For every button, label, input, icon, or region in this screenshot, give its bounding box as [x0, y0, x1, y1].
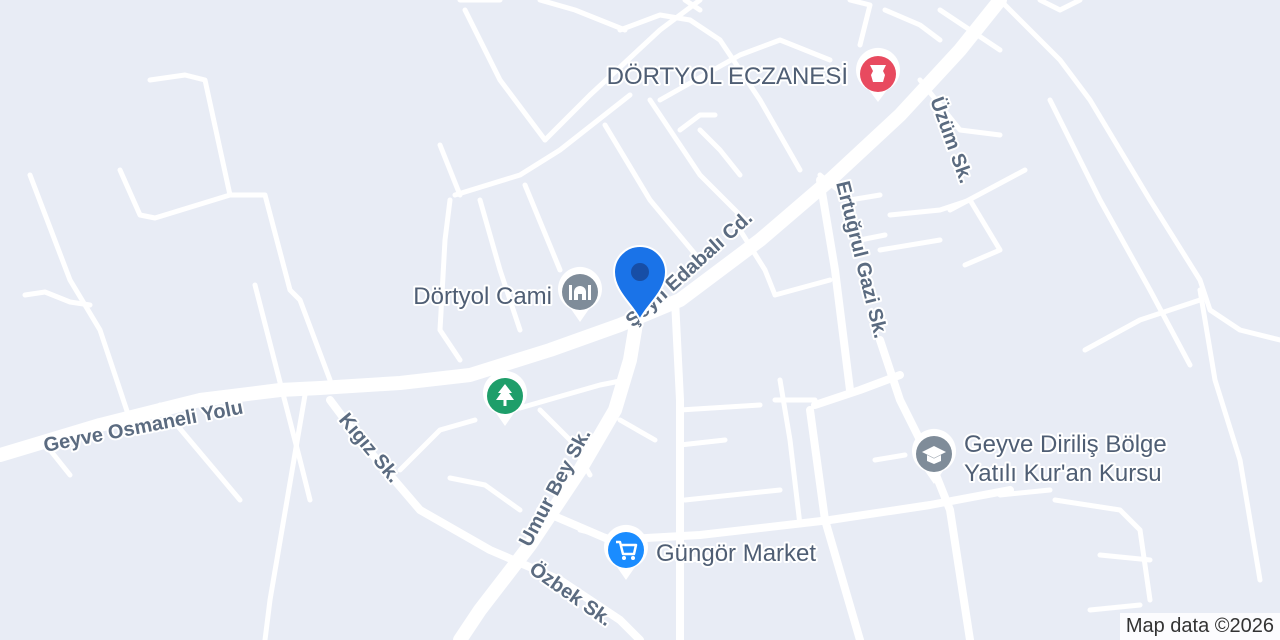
map-attribution: Map data ©2026	[1119, 613, 1280, 640]
poi-label-school-line2: Yatılı Kur'an Kursu	[964, 460, 1162, 487]
poi-label-market: Güngör Market	[656, 540, 816, 567]
map-view[interactable]: Geyve Osmaneli Yolu Şeyh Edabalı Cd. Ert…	[0, 0, 1280, 640]
poi-label-pharmacy: DÖRTYOL ECZANESİ	[607, 63, 848, 90]
poi-label-school-line1: Geyve Diriliş Bölge	[964, 431, 1167, 458]
poi-label-mosque: Dörtyol Cami	[413, 283, 552, 310]
map-canvas[interactable]: Geyve Osmaneli Yolu Şeyh Edabalı Cd. Ert…	[0, 0, 1280, 640]
